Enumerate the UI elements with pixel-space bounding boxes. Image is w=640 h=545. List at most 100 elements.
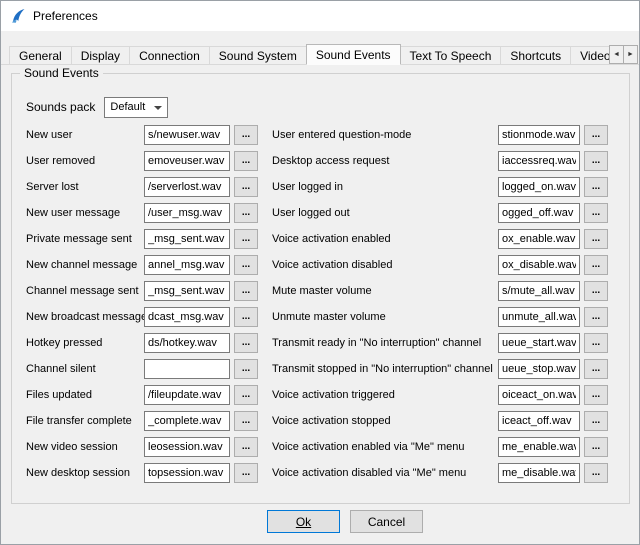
event-file-input[interactable]	[498, 385, 580, 405]
browse-button[interactable]: ...	[234, 255, 258, 275]
browse-button[interactable]: ...	[234, 359, 258, 379]
event-label: New channel message	[26, 259, 144, 271]
browse-button[interactable]: ...	[234, 411, 258, 431]
event-label: New desktop session	[26, 467, 144, 479]
tab-scroll-left-button[interactable]: ◄	[609, 45, 624, 64]
events-column-left: New user... User removed... Server lost.…	[26, 122, 258, 486]
event-label: Voice activation disabled via "Me" menu	[272, 467, 498, 479]
event-row: Voice activation enabled...	[272, 226, 608, 252]
tab-scroll-right-button[interactable]: ►	[623, 45, 638, 64]
cancel-button[interactable]: Cancel	[350, 510, 423, 533]
event-label: User removed	[26, 155, 144, 167]
browse-button[interactable]: ...	[584, 255, 608, 275]
event-file-input[interactable]	[498, 125, 580, 145]
event-label: Unmute master volume	[272, 311, 498, 323]
browse-button[interactable]: ...	[584, 411, 608, 431]
browse-button[interactable]: ...	[584, 307, 608, 327]
event-file-input[interactable]	[144, 307, 230, 327]
event-file-input[interactable]	[498, 359, 580, 379]
event-row: User removed...	[26, 148, 258, 174]
event-file-input[interactable]	[144, 151, 230, 171]
tab-video[interactable]: Video	[570, 46, 611, 65]
event-file-input[interactable]	[498, 203, 580, 223]
event-file-input[interactable]	[144, 177, 230, 197]
browse-button[interactable]: ...	[234, 229, 258, 249]
ok-button[interactable]: Ok	[267, 510, 340, 533]
event-file-input[interactable]	[498, 307, 580, 327]
event-file-input[interactable]	[144, 229, 230, 249]
event-file-input[interactable]	[144, 411, 230, 431]
event-row: New broadcast message...	[26, 304, 258, 330]
sounds-pack-select[interactable]: Default	[104, 97, 168, 118]
event-file-input[interactable]	[498, 281, 580, 301]
event-file-input[interactable]	[144, 125, 230, 145]
event-file-input[interactable]	[498, 229, 580, 249]
browse-button[interactable]: ...	[584, 359, 608, 379]
browse-button[interactable]: ...	[234, 307, 258, 327]
tab-connection[interactable]: Connection	[129, 46, 210, 65]
event-file-input[interactable]	[144, 437, 230, 457]
event-file-input[interactable]	[144, 203, 230, 223]
event-file-input[interactable]	[144, 385, 230, 405]
event-file-input[interactable]	[144, 333, 230, 353]
browse-button[interactable]: ...	[584, 463, 608, 483]
browse-button[interactable]: ...	[234, 203, 258, 223]
browse-button[interactable]: ...	[234, 177, 258, 197]
event-file-input[interactable]	[498, 437, 580, 457]
event-label: Transmit ready in "No interruption" chan…	[272, 337, 498, 349]
event-row: Voice activation enabled via "Me" menu..…	[272, 434, 608, 460]
event-file-input[interactable]	[498, 151, 580, 171]
tab-shortcuts[interactable]: Shortcuts	[500, 46, 571, 65]
event-file-input[interactable]	[498, 255, 580, 275]
event-row: Hotkey pressed...	[26, 330, 258, 356]
event-label: New user message	[26, 207, 144, 219]
browse-button[interactable]: ...	[234, 385, 258, 405]
chevron-down-icon	[154, 106, 162, 110]
tab-display[interactable]: Display	[71, 46, 130, 65]
browse-button[interactable]: ...	[584, 437, 608, 457]
sound-events-groupbox: Sound Events Sounds pack Default New use…	[11, 73, 630, 504]
event-row: Voice activation triggered...	[272, 382, 608, 408]
event-file-input[interactable]	[144, 463, 230, 483]
browse-button[interactable]: ...	[234, 437, 258, 457]
tab-sound-events[interactable]: Sound Events	[306, 44, 401, 65]
event-label: New video session	[26, 441, 144, 453]
titlebar: Preferences	[1, 1, 639, 31]
browse-button[interactable]: ...	[584, 177, 608, 197]
tab-sound-system[interactable]: Sound System	[209, 46, 307, 65]
event-label: Mute master volume	[272, 285, 498, 297]
event-file-input[interactable]	[144, 359, 230, 379]
browse-button[interactable]: ...	[584, 151, 608, 171]
tab-bar: General Display Connection Sound System …	[1, 44, 639, 65]
event-label: Voice activation disabled	[272, 259, 498, 271]
tab-text-to-speech[interactable]: Text To Speech	[400, 46, 502, 65]
event-label: Voice activation enabled	[272, 233, 498, 245]
event-file-input[interactable]	[144, 281, 230, 301]
event-row: New channel message...	[26, 252, 258, 278]
browse-button[interactable]: ...	[234, 125, 258, 145]
browse-button[interactable]: ...	[584, 385, 608, 405]
event-label: Channel silent	[26, 363, 144, 375]
browse-button[interactable]: ...	[234, 463, 258, 483]
events-column-right: User entered question-mode... Desktop ac…	[272, 122, 608, 486]
window-title: Preferences	[33, 9, 98, 23]
browse-button[interactable]: ...	[584, 229, 608, 249]
event-row: User logged out...	[272, 200, 608, 226]
browse-button[interactable]: ...	[584, 125, 608, 145]
browse-button[interactable]: ...	[584, 281, 608, 301]
browse-button[interactable]: ...	[584, 203, 608, 223]
event-row: Transmit ready in "No interruption" chan…	[272, 330, 608, 356]
event-file-input[interactable]	[498, 333, 580, 353]
event-file-input[interactable]	[498, 177, 580, 197]
event-row: Voice activation disabled...	[272, 252, 608, 278]
event-file-input[interactable]	[144, 255, 230, 275]
event-label: Server lost	[26, 181, 144, 193]
browse-button[interactable]: ...	[234, 281, 258, 301]
tab-general[interactable]: General	[9, 46, 72, 65]
event-file-input[interactable]	[498, 411, 580, 431]
event-file-input[interactable]	[498, 463, 580, 483]
browse-button[interactable]: ...	[234, 333, 258, 353]
browse-button[interactable]: ...	[234, 151, 258, 171]
browse-button[interactable]: ...	[584, 333, 608, 353]
event-row: Mute master volume...	[272, 278, 608, 304]
